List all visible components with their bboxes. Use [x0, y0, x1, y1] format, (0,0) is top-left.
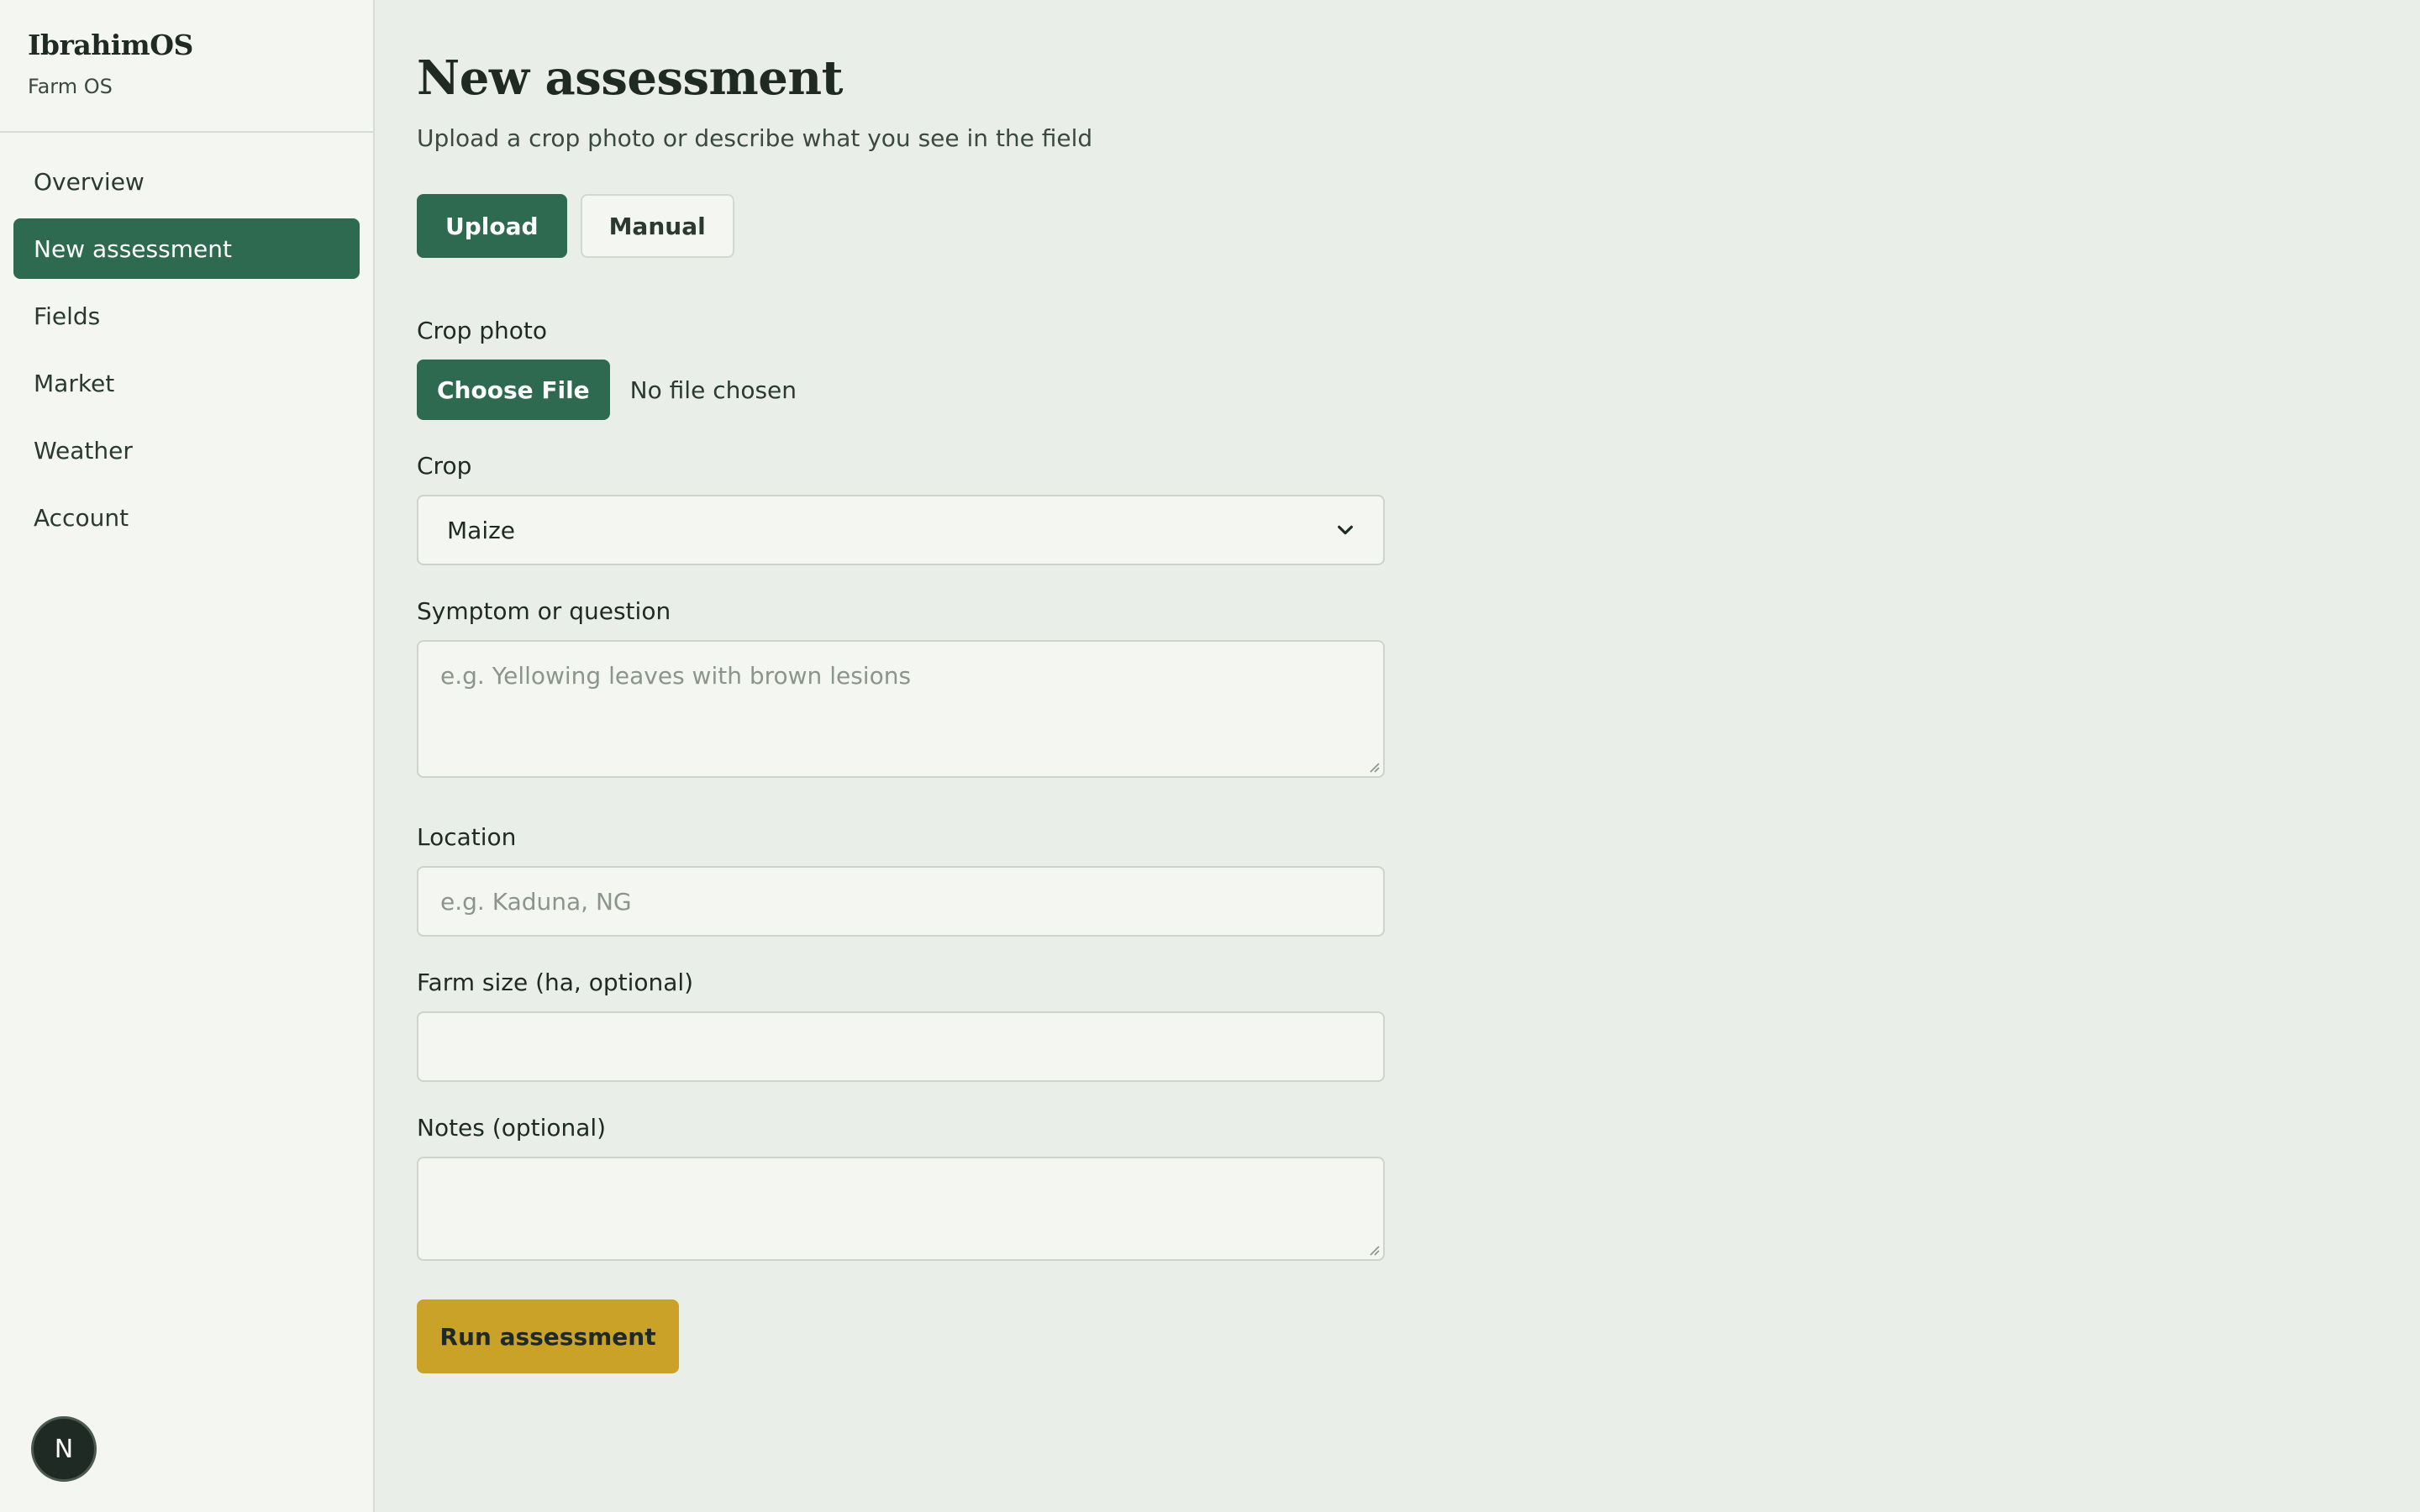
file-picker: Choose File No file chosen [417, 360, 1828, 420]
choose-file-button[interactable]: Choose File [417, 360, 610, 420]
avatar-initial: N [54, 1434, 74, 1464]
location-group: Location e.g. Kaduna, NG [417, 823, 1828, 937]
sidebar-item-new-assessment[interactable]: New assessment [13, 218, 360, 279]
symptom-textarea[interactable]: e.g. Yellowing leaves with brown lesions [417, 640, 1385, 778]
page-title: New assessment [417, 50, 844, 106]
crop-label: Crop [417, 452, 472, 480]
main-content: New assessment Upload a crop photo or de… [417, 0, 1828, 1373]
sidebar-item-market[interactable]: Market [13, 353, 360, 413]
crop-photo-group: Crop photo Choose File No file chosen [417, 317, 1828, 420]
notes-label: Notes (optional) [417, 1114, 607, 1142]
resize-grip-icon[interactable] [1365, 758, 1380, 773]
crop-photo-label: Crop photo [417, 317, 548, 344]
symptom-group: Symptom or question e.g. Yellowing leave… [417, 597, 1828, 778]
avatar[interactable]: N [31, 1416, 97, 1482]
crop-select-value: Maize [447, 516, 516, 544]
brand: IbrahimOS Farm OS [0, 0, 373, 133]
file-status: No file chosen [629, 375, 797, 404]
farm-size-input[interactable] [417, 1011, 1385, 1082]
symptom-placeholder: e.g. Yellowing leaves with brown lesions [440, 662, 912, 690]
tab-manual[interactable]: Manual [580, 194, 734, 258]
page-subtitle: Upload a crop photo or describe what you… [417, 124, 1093, 152]
brand-subtitle: Farm OS [28, 75, 113, 98]
sidebar-item-overview[interactable]: Overview [13, 151, 360, 212]
location-placeholder: e.g. Kaduna, NG [440, 887, 632, 916]
brand-name: IbrahimOS [28, 29, 193, 61]
run-assessment-button[interactable]: Run assessment [417, 1299, 679, 1373]
farm-size-label: Farm size (ha, optional) [417, 969, 694, 996]
sidebar-item-fields[interactable]: Fields [13, 286, 360, 346]
sidebar: IbrahimOS Farm OS Overview New assessmen… [0, 0, 375, 1512]
sidebar-item-account[interactable]: Account [13, 487, 360, 548]
farm-size-group: Farm size (ha, optional) [417, 969, 1828, 1082]
tab-upload[interactable]: Upload [417, 194, 567, 258]
chevron-down-icon [1338, 525, 1353, 535]
notes-textarea[interactable] [417, 1157, 1385, 1261]
location-label: Location [417, 823, 517, 851]
crop-select[interactable]: Maize [417, 495, 1385, 565]
sidebar-item-weather[interactable]: Weather [13, 420, 360, 480]
location-input[interactable]: e.g. Kaduna, NG [417, 866, 1385, 937]
sidebar-nav: Overview New assessment Fields Market We… [0, 133, 373, 548]
symptom-label: Symptom or question [417, 597, 671, 625]
notes-group: Notes (optional) [417, 1114, 1828, 1261]
crop-group: Crop Maize [417, 452, 1828, 565]
mode-tabs: Upload Manual [417, 194, 1828, 258]
resize-grip-icon[interactable] [1365, 1241, 1380, 1256]
